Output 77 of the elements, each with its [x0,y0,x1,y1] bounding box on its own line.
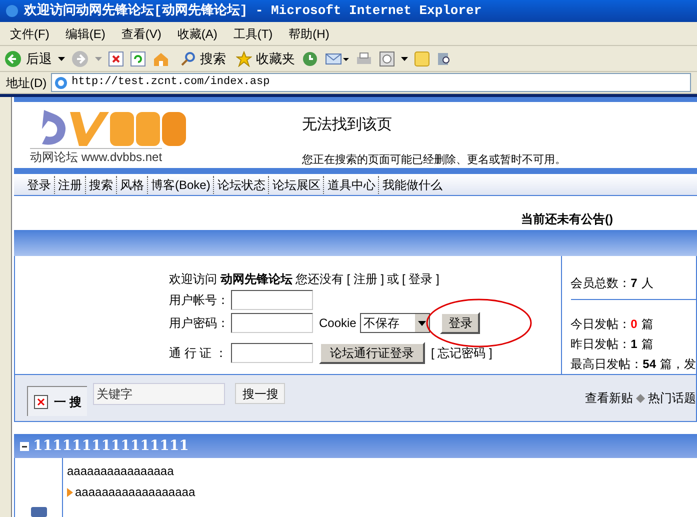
favorites-button[interactable]: 收藏夹 [236,48,295,68]
input-field[interactable] [231,313,313,333]
search-button[interactable]: 搜索 [180,48,226,68]
topic-link[interactable]: 查看新贴 [585,389,633,407]
search-submit-button[interactable]: 搜一搜 [235,383,286,404]
stat-value: 54 [642,356,656,373]
printer-icon[interactable] [355,50,373,66]
mail-icon[interactable] [325,50,349,66]
subforum-link[interactable]: aaaaaaaaaaaaaaaaaa [75,483,196,501]
menu-item[interactable]: 编辑(E) [65,24,106,42]
stop-icon[interactable] [108,50,124,66]
stat-label: 昨日发帖： [570,336,631,353]
address-label: 地址(D) [6,74,47,92]
menu-item[interactable]: 文件(F) [10,24,50,42]
cookie-label: Cookie [319,315,356,332]
error-title: 无法找到该页 [302,115,393,135]
menu-item[interactable]: 帮助(H) [288,24,330,42]
stat-unit: 篇 [641,336,654,353]
forum-folder-icon [30,507,46,517]
field-label: 用户帐号： [169,292,229,309]
nav-link[interactable]: 博客(Boke) [147,176,214,194]
cookie-select[interactable]: 不保存 [360,313,430,333]
stat-label: 会员总数： [570,274,631,292]
nav-link[interactable]: 搜索 [85,176,116,194]
announcement-text: 当前还未有公告() [521,211,613,228]
back-button[interactable]: 后退 [4,48,52,68]
stat-value: 7 [630,274,638,292]
diamond-icon [636,394,645,402]
stat-unit: 篇 [641,316,654,333]
or-text: 或 [387,271,400,288]
nav-link[interactable]: 道具中心 [323,176,378,194]
broken-image-icon [34,394,48,408]
topic-link[interactable]: 热门话题 [648,389,696,407]
menu-item[interactable]: 工具(T) [233,24,273,42]
nav-link[interactable]: 论坛展区 [268,176,324,194]
stat-unit: 篇，发 [660,356,696,373]
browser-icon [4,3,20,19]
dropdown-caret-icon[interactable] [401,56,408,60]
refresh-icon[interactable] [130,50,146,66]
error-message: 您正在搜索的页面可能已经删除、更名或暂时不可用。 [302,152,566,166]
forum-category-title: 1111111111111111 [33,436,189,456]
window-title: 欢迎访问动网先锋论坛[动网先锋论坛] - Microsoft Internet Explorer [24,2,482,20]
history-icon[interactable] [301,50,319,66]
magnifier-icon [180,50,196,66]
star-icon [236,50,252,66]
nav-link[interactable]: 风格 [116,176,147,194]
nav-link[interactable]: 注册 [54,176,85,194]
dropdown-caret-icon [415,314,430,332]
forgot-password-link[interactable]: [ 忘记密码 ] [431,344,492,362]
keyword-field[interactable]: 关键字 [93,383,226,405]
triangle-icon [67,488,73,496]
dropdown-caret-icon[interactable] [58,56,65,60]
collapse-icon[interactable] [20,442,29,450]
passport-login-button[interactable]: 论坛通行证登录 [319,342,425,364]
stat-unit: 人 [641,274,654,292]
nav-link[interactable]: 论坛状态 [213,176,268,194]
field-label: 通 行 证 ： [169,345,228,362]
forum-name[interactable]: aaaaaaaaaaaaaaaa [67,462,196,480]
input-field[interactable] [231,343,313,363]
nav-link[interactable]: 我能做什么 [378,176,446,194]
browser-icon [54,76,68,90]
field-label: 用户密码： [169,315,229,332]
nav-link[interactable]: 登录 [24,176,54,194]
login-link[interactable]: [ 登录 ] [402,270,440,288]
stat-label: 最高日发帖： [570,356,643,373]
address-field[interactable]: http://test.zcnt.com/index.asp [50,73,691,92]
menu-item[interactable]: 查看(V) [121,24,162,42]
input-field[interactable] [231,290,313,310]
stat-value: 0 [630,316,638,333]
menu-item[interactable]: 收藏(A) [177,24,218,42]
register-link[interactable]: [ 注册 ] [346,270,384,288]
login-button[interactable]: 登录 [440,312,480,334]
stat-label: 今日发帖： [570,316,631,333]
stat-value: 1 [630,336,638,353]
logo-caption: 动网论坛 www.dvbbs.net [30,148,162,165]
welcome-text: 欢迎访问 动网先锋论坛 您还没有 [169,271,344,288]
search-label: 一 搜 [54,394,82,410]
